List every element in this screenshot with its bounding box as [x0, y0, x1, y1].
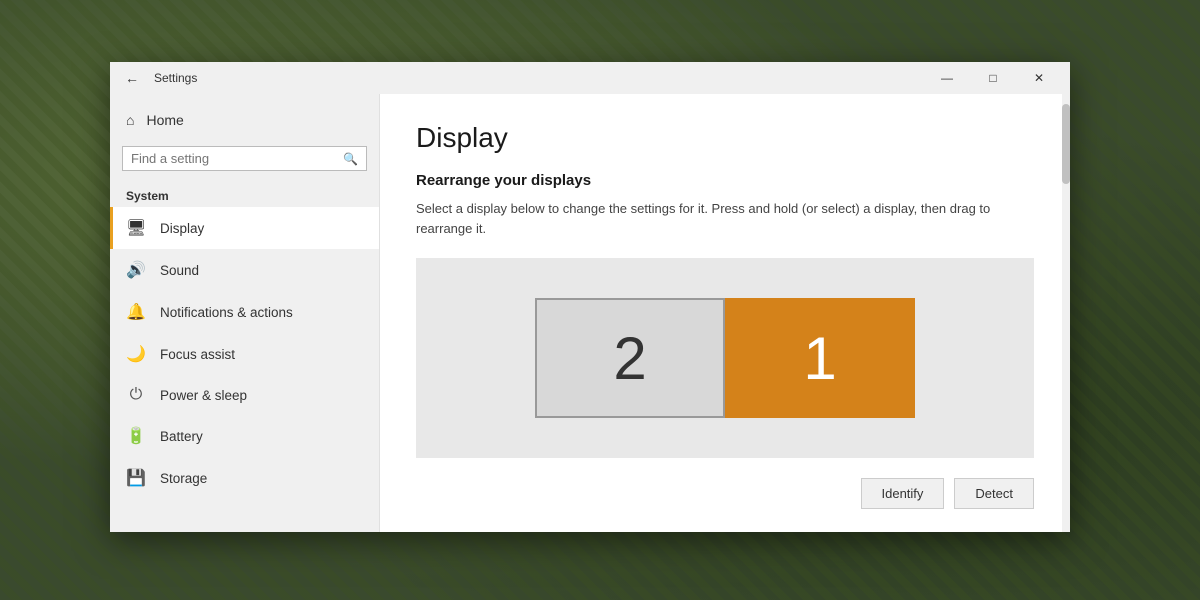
- detect-button[interactable]: Detect: [954, 478, 1034, 509]
- back-button[interactable]: ←: [118, 64, 146, 92]
- sidebar-item-battery[interactable]: 🔋 Battery: [110, 415, 379, 457]
- main-content: Display Rearrange your displays Select a…: [380, 94, 1070, 532]
- back-icon: ←: [125, 70, 139, 86]
- section-heading: Rearrange your displays: [416, 172, 1034, 189]
- sidebar-item-power[interactable]: ⏻ Power & sleep: [110, 375, 379, 415]
- sidebar-item-home[interactable]: ⌂ Home: [110, 102, 379, 138]
- notifications-label: Notifications & actions: [160, 305, 293, 320]
- storage-icon: 💾: [126, 468, 146, 488]
- sidebar-section-label: System: [110, 179, 379, 207]
- maximize-icon: □: [989, 71, 996, 85]
- display-label: Display: [160, 221, 204, 236]
- search-input[interactable]: [131, 151, 337, 166]
- home-icon: ⌂: [126, 112, 134, 128]
- notifications-icon: 🔔: [126, 302, 146, 322]
- close-icon: ✕: [1034, 71, 1044, 85]
- page-title: Display: [416, 122, 1034, 154]
- sidebar-item-storage[interactable]: 💾 Storage: [110, 457, 379, 499]
- maximize-button[interactable]: □: [970, 62, 1016, 94]
- display-arrange-area: 2 1: [416, 258, 1034, 458]
- display-1-label: 1: [803, 324, 836, 393]
- storage-label: Storage: [160, 471, 207, 486]
- home-label: Home: [146, 112, 183, 128]
- sidebar-item-focus-assist[interactable]: 🌙 Focus assist: [110, 333, 379, 375]
- section-description: Select a display below to change the set…: [416, 199, 1034, 238]
- battery-icon: 🔋: [126, 426, 146, 446]
- search-icon: 🔍: [343, 152, 358, 166]
- settings-window: ← Settings — □ ✕ ⌂ Home 🔍: [110, 62, 1070, 532]
- close-button[interactable]: ✕: [1016, 62, 1062, 94]
- sidebar-item-notifications[interactable]: 🔔 Notifications & actions: [110, 291, 379, 333]
- display-buttons: Identify Detect: [416, 478, 1034, 509]
- power-icon: ⏻: [126, 386, 146, 404]
- sidebar: ⌂ Home 🔍 System 🖥 Display 🔊 Sound 🔔 Noti…: [110, 94, 380, 532]
- displays-container: 2 1: [535, 298, 915, 418]
- titlebar-title: Settings: [154, 71, 916, 85]
- minimize-button[interactable]: —: [924, 62, 970, 94]
- search-box[interactable]: 🔍: [122, 146, 367, 171]
- window-body: ⌂ Home 🔍 System 🖥 Display 🔊 Sound 🔔 Noti…: [110, 94, 1070, 532]
- power-label: Power & sleep: [160, 388, 247, 403]
- minimize-icon: —: [941, 71, 953, 85]
- display-icon: 🖥: [126, 218, 146, 238]
- titlebar: ← Settings — □ ✕: [110, 62, 1070, 94]
- sound-icon: 🔊: [126, 260, 146, 280]
- window-controls: — □ ✕: [924, 62, 1062, 94]
- battery-label: Battery: [160, 429, 203, 444]
- focus-assist-label: Focus assist: [160, 347, 235, 362]
- scrollbar-thumb: [1062, 104, 1070, 184]
- sidebar-item-sound[interactable]: 🔊 Sound: [110, 249, 379, 291]
- focus-assist-icon: 🌙: [126, 344, 146, 364]
- display-1[interactable]: 1: [725, 298, 915, 418]
- identify-button[interactable]: Identify: [861, 478, 945, 509]
- display-2-label: 2: [613, 324, 646, 393]
- display-2[interactable]: 2: [535, 298, 725, 418]
- sound-label: Sound: [160, 263, 199, 278]
- sidebar-item-display[interactable]: 🖥 Display: [110, 207, 379, 249]
- scrollbar-track[interactable]: [1062, 94, 1070, 532]
